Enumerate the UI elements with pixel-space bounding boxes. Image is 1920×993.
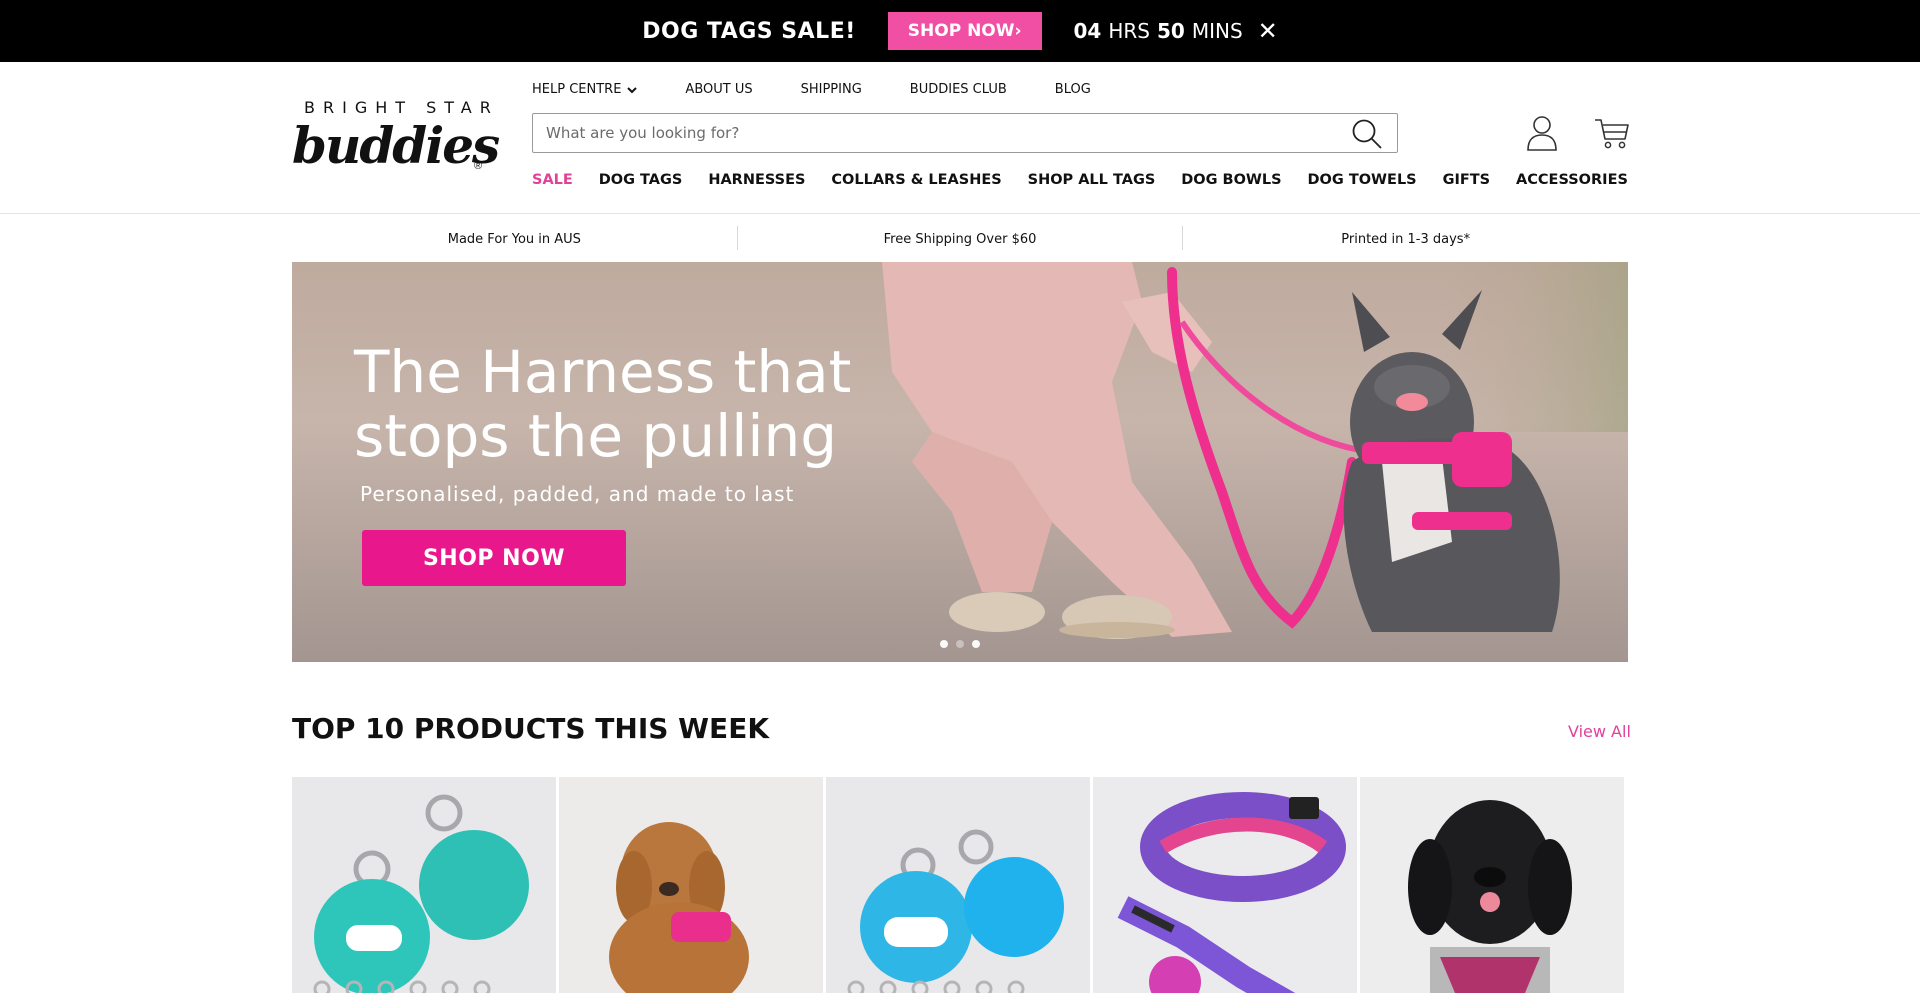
main-nav: SALE DOG TAGS HARNESSES COLLARS & LEASHE… <box>532 172 1628 188</box>
hero-title-line-1: The Harness that <box>354 338 852 406</box>
countdown-timer: 04 HRS 50 MINS ✕ <box>1074 19 1278 43</box>
hero-title: The Harness that stops the pulling <box>354 340 851 468</box>
logo[interactable]: BRIGHT STAR buddies ® <box>292 98 500 178</box>
header-divider <box>0 213 1920 214</box>
topnav-blog[interactable]: BLOG <box>1055 82 1091 97</box>
product-image <box>1360 777 1624 993</box>
logo-top-text: BRIGHT STAR <box>304 98 499 117</box>
top-nav: HELP CENTRE ABOUT US SHIPPING BUDDIES CL… <box>532 82 1091 97</box>
close-icon[interactable]: ✕ <box>1258 19 1278 43</box>
mainnav-accessories[interactable]: ACCESSORIES <box>1516 172 1628 188</box>
promo-shop-now-button[interactable]: SHOP NOW› <box>887 12 1042 50</box>
countdown-minutes: 50 <box>1157 19 1185 43</box>
mainnav-dog-bowls[interactable]: DOG BOWLS <box>1181 172 1281 188</box>
search-input[interactable] <box>533 114 1333 152</box>
carousel-dot-1[interactable] <box>940 640 948 648</box>
product-image <box>292 777 556 993</box>
promo-bar: DOG TAGS SALE! SHOP NOW› 04 HRS 50 MINS … <box>0 0 1920 62</box>
countdown-hours-unit: HRS <box>1108 19 1150 43</box>
mainnav-sale[interactable]: SALE <box>532 172 573 188</box>
logo-registered-mark: ® <box>474 160 483 172</box>
mainnav-dog-towels[interactable]: DOG TOWELS <box>1308 172 1417 188</box>
product-card[interactable] <box>559 777 823 993</box>
carousel-dot-2[interactable] <box>956 640 964 648</box>
topnav-about-us[interactable]: ABOUT US <box>685 82 752 97</box>
usp-printed-days: Printed in 1-3 days* <box>1341 231 1471 247</box>
product-image <box>1093 777 1357 993</box>
mainnav-shop-all-tags[interactable]: SHOP ALL TAGS <box>1028 172 1156 188</box>
mainnav-gifts[interactable]: GIFTS <box>1443 172 1491 188</box>
hero-banner[interactable]: The Harness that stops the pulling Perso… <box>292 262 1628 662</box>
usp-free-shipping: Free Shipping Over $60 <box>883 231 1037 247</box>
search-icon[interactable] <box>1351 118 1383 150</box>
view-all-link[interactable]: View All <box>1568 722 1631 741</box>
search-bar <box>532 113 1398 153</box>
section-title: TOP 10 PRODUCTS THIS WEEK <box>292 712 770 745</box>
usp-bar: Made For You in AUS Free Shipping Over $… <box>292 226 1628 252</box>
promo-title: DOG TAGS SALE! <box>642 18 856 44</box>
topnav-buddies-club[interactable]: BUDDIES CLUB <box>910 82 1007 97</box>
product-card[interactable] <box>826 777 1090 993</box>
mainnav-dog-tags[interactable]: DOG TAGS <box>599 172 683 188</box>
product-image <box>559 777 823 993</box>
countdown-minutes-unit: MINS <box>1191 19 1243 43</box>
usp-made-in-aus: Made For You in AUS <box>447 231 581 247</box>
topnav-shipping[interactable]: SHIPPING <box>801 82 862 97</box>
carousel-dot-3[interactable] <box>972 640 980 648</box>
topnav-help-centre[interactable]: HELP CENTRE <box>532 82 638 97</box>
mainnav-harnesses[interactable]: HARNESSES <box>708 172 805 188</box>
hero-subtitle: Personalised, padded, and made to last <box>360 482 795 506</box>
product-card[interactable] <box>1093 777 1357 993</box>
product-card[interactable] <box>292 777 556 993</box>
countdown-hours: 04 <box>1073 19 1102 43</box>
account-icon[interactable] <box>1526 115 1558 151</box>
carousel-dots <box>940 640 980 648</box>
product-card[interactable] <box>1360 777 1624 993</box>
chevron-down-icon <box>627 86 638 93</box>
cart-icon[interactable] <box>1594 115 1630 151</box>
hero-shop-now-button[interactable]: SHOP NOW <box>362 530 626 586</box>
product-image <box>826 777 1090 993</box>
product-grid <box>292 777 1628 993</box>
mainnav-collars-leashes[interactable]: COLLARS & LEASHES <box>831 172 1001 188</box>
topnav-help-label: HELP CENTRE <box>532 82 622 97</box>
hero-title-line-2: stops the pulling <box>354 402 838 470</box>
logo-script-text: buddies <box>292 116 500 175</box>
